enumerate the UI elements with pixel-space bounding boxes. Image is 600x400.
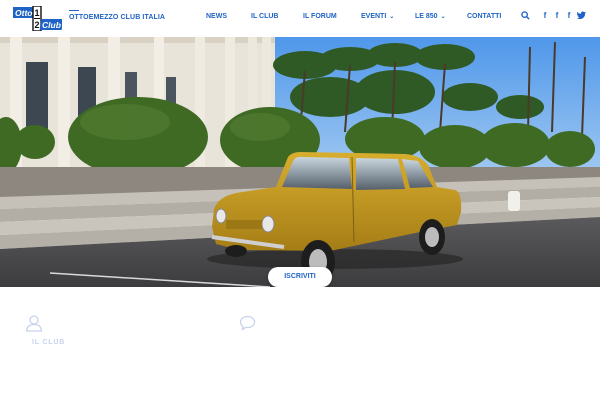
user-icon bbox=[25, 315, 43, 332]
hero-banner: ISCRIVITI bbox=[0, 37, 600, 287]
twitter-icon[interactable] bbox=[576, 11, 586, 23]
nav-eventi[interactable]: EVENTI ⌄ bbox=[361, 13, 394, 20]
hero-photo bbox=[0, 37, 600, 287]
title-accent-line bbox=[69, 10, 79, 11]
nav-label: CONTATTI bbox=[467, 13, 502, 20]
nav-label: LE 850 bbox=[415, 13, 438, 20]
forum-feature-icon[interactable] bbox=[239, 315, 256, 336]
nav-contatti[interactable]: CONTATTI bbox=[467, 13, 501, 20]
nav-news[interactable]: NEWS bbox=[206, 13, 227, 20]
signup-button[interactable]: ISCRIVITI bbox=[268, 267, 332, 287]
club-feature-label[interactable]: IL CLUB bbox=[32, 339, 65, 346]
chevron-down-icon: ⌄ bbox=[440, 14, 446, 20]
nav-label: EVENTI bbox=[361, 13, 387, 20]
search-icon[interactable] bbox=[520, 11, 530, 23]
club-feature-icon[interactable] bbox=[25, 314, 43, 337]
facebook-icon[interactable]: f bbox=[552, 11, 562, 23]
chevron-down-icon: ⌄ bbox=[389, 14, 395, 20]
main-nav: NEWS IL CLUB IL FORUM EVENTI ⌄ LE 850 ⌄ CO… bbox=[0, 13, 600, 25]
nav-label: NEWS bbox=[206, 13, 227, 20]
nav-il-club[interactable]: IL CLUB bbox=[251, 13, 278, 20]
facebook-icon[interactable]: f bbox=[540, 11, 550, 23]
nav-label: IL CLUB bbox=[251, 13, 279, 20]
facebook-icon[interactable]: f bbox=[564, 11, 574, 23]
site-header: Otto 1 2 Club OTTOEMEZZO CLUB ITALIA NEW… bbox=[0, 0, 600, 37]
nav-il-forum[interactable]: IL FORUM bbox=[303, 13, 337, 20]
nav-label: IL FORUM bbox=[303, 13, 337, 20]
chat-bubble-icon bbox=[239, 315, 256, 331]
nav-le-850[interactable]: LE 850 ⌄ bbox=[415, 13, 446, 20]
